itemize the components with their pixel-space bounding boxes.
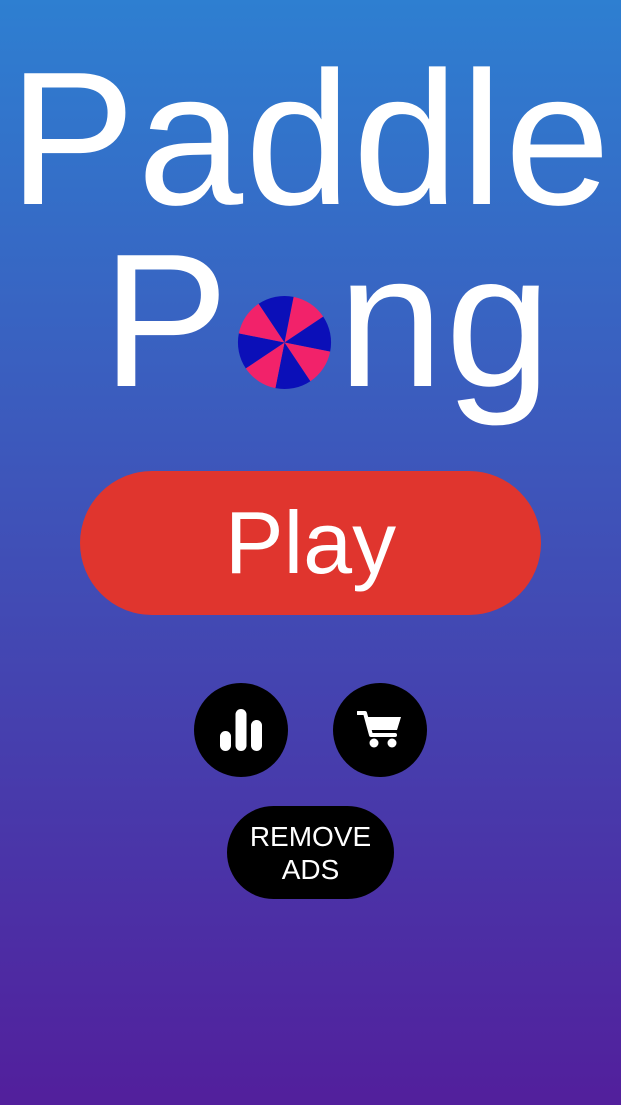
shopping-cart-icon	[357, 711, 401, 748]
leaderboard-button[interactable]	[194, 683, 288, 777]
remove-ads-label-line2: ADS	[281, 853, 340, 885]
title-pong-p: P	[102, 215, 231, 427]
title-pong-ng: ng	[337, 215, 554, 427]
title-pong: P ng	[102, 226, 553, 416]
main-menu-screen: Paddle P ng Play REMOVE ADS	[0, 0, 621, 1105]
remove-ads-button[interactable]: REMOVE ADS	[227, 806, 394, 899]
remove-ads-label-line1: REMOVE	[249, 820, 372, 852]
beach-ball-graphic	[237, 295, 331, 390]
play-button[interactable]: Play	[80, 471, 541, 615]
shop-button[interactable]	[333, 683, 427, 777]
title-paddle: Paddle	[8, 33, 613, 245]
beach-ball-icon	[237, 295, 332, 390]
bar-chart-icon	[220, 709, 262, 751]
